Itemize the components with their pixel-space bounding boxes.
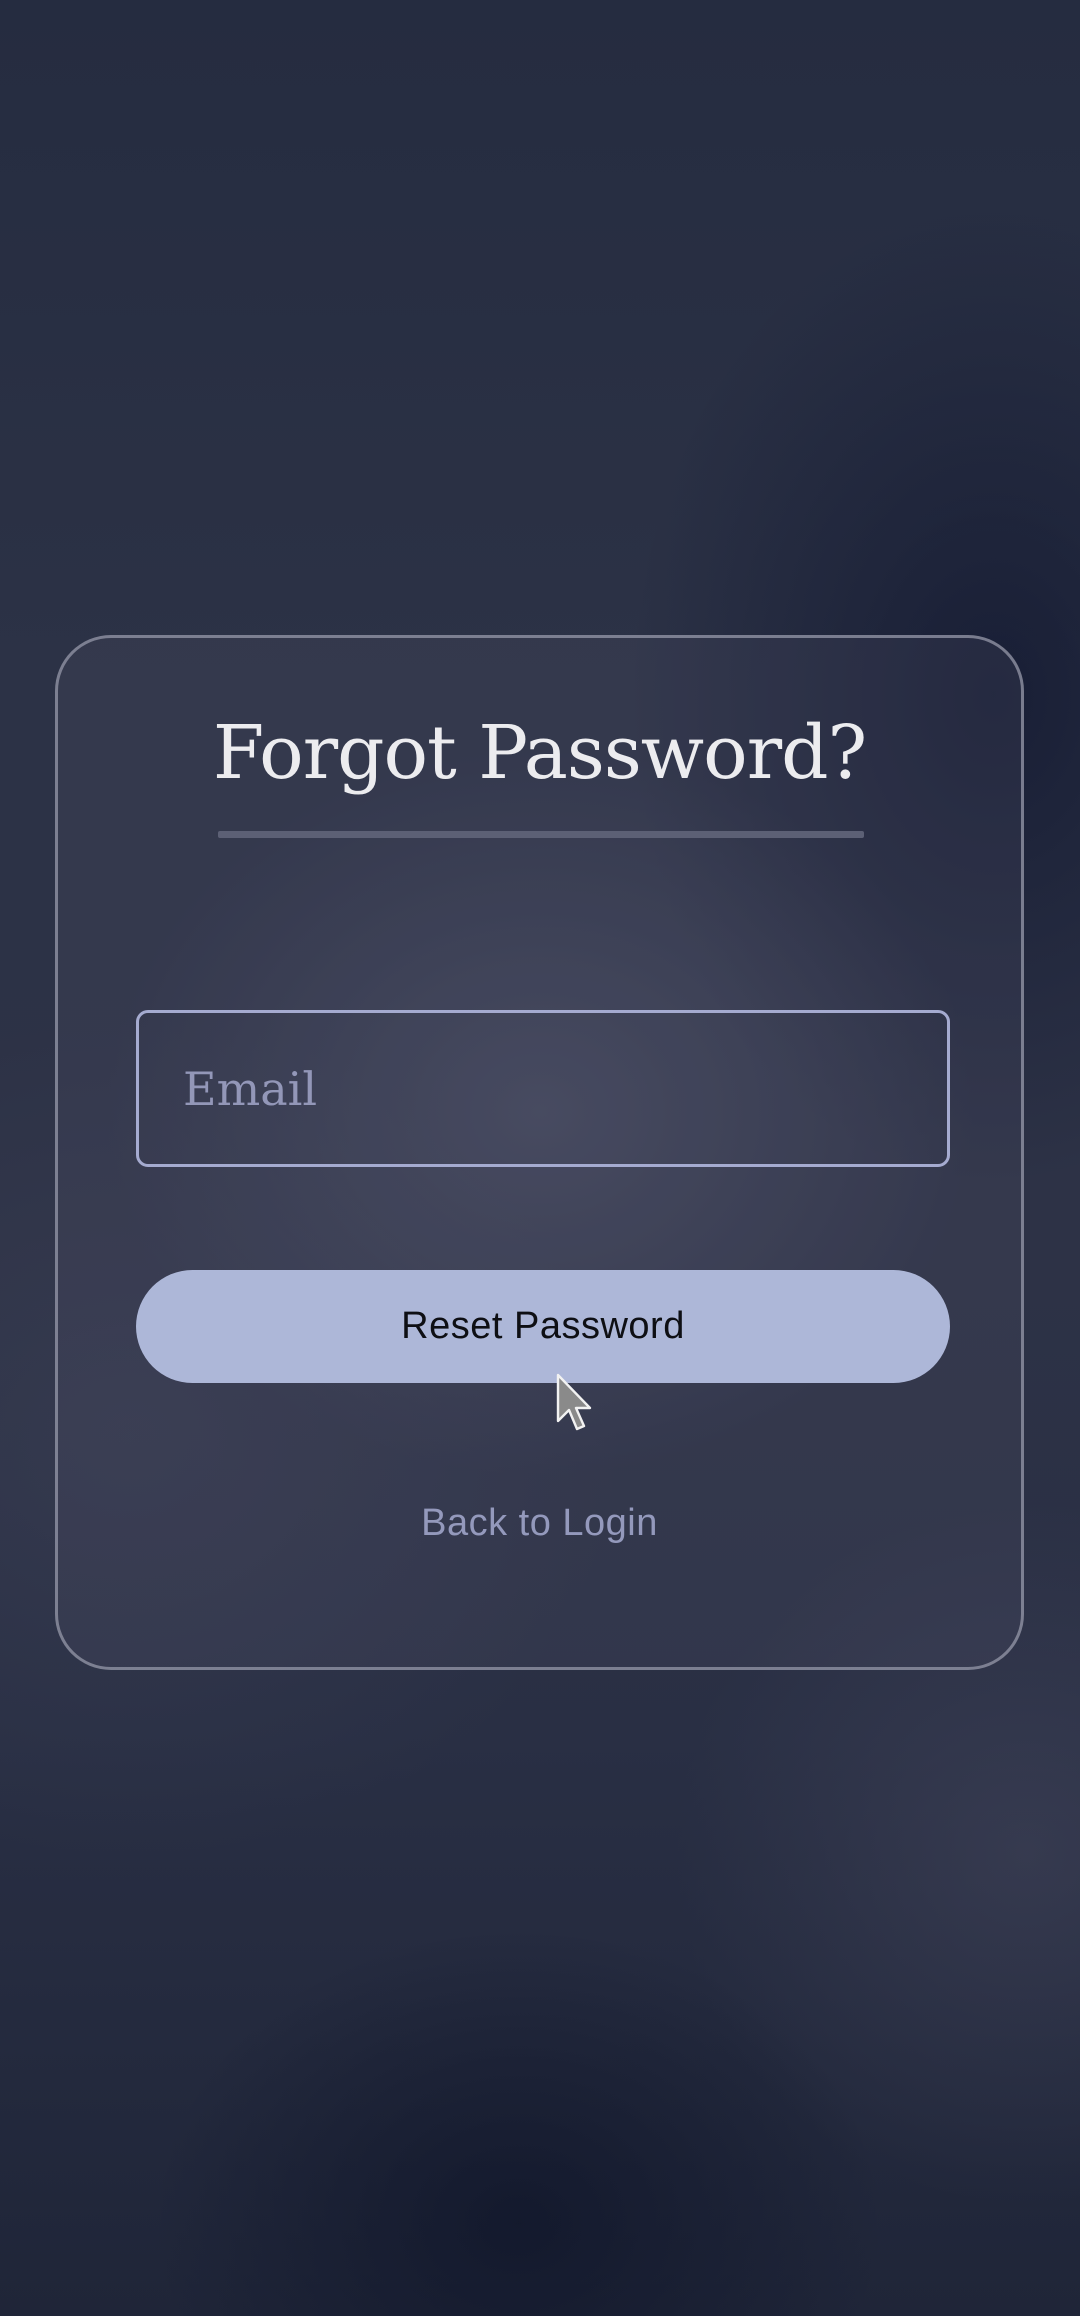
back-to-login-link[interactable]: Back to Login (58, 1498, 1021, 1548)
forgot-password-card: Forgot Password? Reset Password Back to … (55, 635, 1024, 1670)
page-title: Forgot Password? (212, 710, 867, 796)
email-field[interactable] (136, 1010, 950, 1167)
reset-password-button[interactable]: Reset Password (136, 1270, 950, 1383)
title-divider (218, 831, 864, 838)
